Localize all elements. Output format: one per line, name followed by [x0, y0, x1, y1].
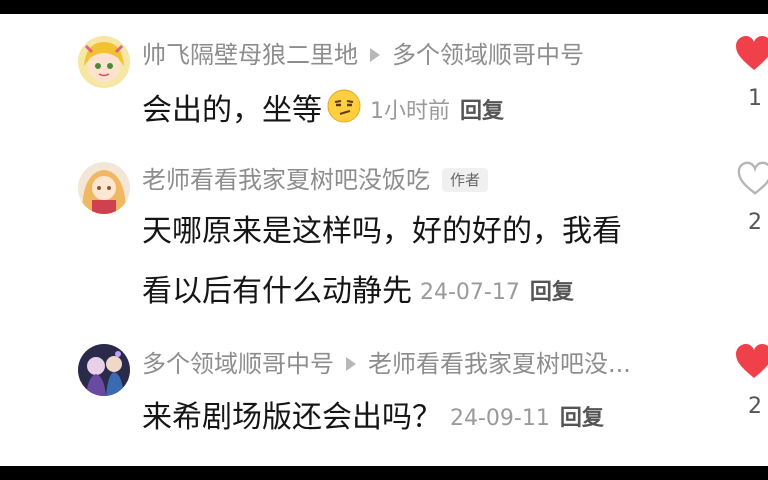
comment-time: 24-09-11: [450, 405, 550, 431]
like-button[interactable]: [734, 342, 768, 382]
reply-to-author[interactable]: 多个领域顺哥中号: [392, 40, 584, 70]
comment-body: 来希剧场版还会出吗？: [142, 400, 442, 435]
comment-text: 来希剧场版还会出吗？ 24-09-11 回复: [142, 398, 604, 439]
heart-outline-icon: [737, 161, 768, 195]
reply-to-author[interactable]: 老师看看我家夏树吧没...: [368, 349, 631, 379]
comment-author-line: 多个领域顺哥中号 老师看看我家夏树吧没...: [142, 349, 631, 379]
like-count: 2: [748, 210, 762, 235]
avatar[interactable]: [78, 344, 130, 396]
comment-body-line2: 看以后有什么动静先: [142, 274, 412, 309]
comment-text: 看以后有什么动静先 24-07-17 回复: [142, 272, 574, 313]
reply-arrow-icon: [370, 48, 380, 62]
comment-text: 会出的，坐等 1小时前 回复: [142, 88, 504, 135]
comment-body: 会出的，坐等: [142, 93, 322, 128]
comment-author-line: 老师看看我家夏树吧没饭吃 作者: [142, 165, 489, 195]
heart-filled-icon: [736, 36, 768, 70]
like-count: 1: [748, 86, 762, 111]
comment-body-line1: 天哪原来是这样吗，好的好的，我看: [142, 214, 622, 249]
comment-time: 1小时前: [370, 98, 450, 124]
comment-time: 24-07-17: [420, 279, 520, 305]
comment-list: 帅飞隔壁母狼二里地 多个领域顺哥中号 会出的，坐等 1小时前 回复 1 老师看看…: [0, 14, 768, 466]
comment-author-line: 帅飞隔壁母狼二里地 多个领域顺哥中号: [142, 40, 584, 70]
smirk-emoji-icon: [326, 88, 362, 135]
comment-author[interactable]: 多个领域顺哥中号: [142, 349, 334, 379]
comment-text: 天哪原来是这样吗，好的好的，我看: [142, 212, 622, 252]
author-badge: 作者: [442, 168, 489, 192]
like-count: 2: [748, 394, 762, 419]
reply-button[interactable]: 回复: [460, 99, 504, 124]
like-button[interactable]: [736, 160, 768, 200]
heart-filled-icon: [736, 344, 768, 378]
reply-button[interactable]: 回复: [560, 406, 604, 431]
avatar[interactable]: [78, 36, 130, 88]
reply-arrow-icon: [346, 357, 356, 371]
avatar[interactable]: [78, 162, 130, 214]
comment-author[interactable]: 帅飞隔壁母狼二里地: [142, 40, 358, 70]
reply-button[interactable]: 回复: [530, 280, 574, 305]
like-button[interactable]: [734, 34, 768, 74]
comment-author[interactable]: 老师看看我家夏树吧没饭吃: [142, 165, 430, 195]
